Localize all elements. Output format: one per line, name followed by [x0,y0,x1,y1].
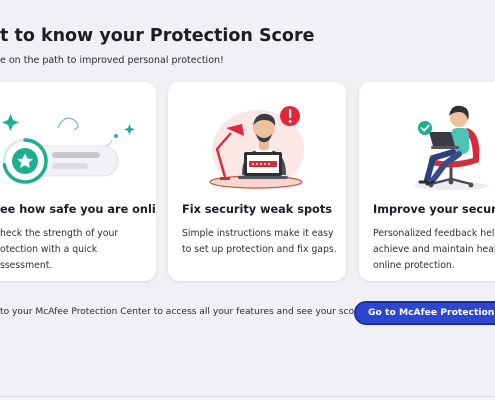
card-description: Simple instructions make it easy to set … [182,226,340,258]
go-to-protection-center-button[interactable]: Go to McAfee Protection Cent [354,301,495,325]
card-heading: Fix security weak spots [182,203,332,216]
card-description-line: ssessment. [0,260,53,271]
card-description-line: heck the strength of your [0,228,119,239]
card-check-safety: ee how safe you are online heck the stre… [0,82,156,281]
score-dial-icon [2,114,135,184]
footer-instruction: to your McAfee Protection Center to acce… [0,307,367,317]
card-heading: Improve your security [373,203,495,216]
card-improve-security: Improve your security Personalized feedb… [359,82,495,281]
page-subtitle: e on the path to improved personal prote… [0,55,224,66]
card-description-line: achieve and maintain health [373,244,495,255]
card-heading: ee how safe you are online [0,203,156,216]
card-description-line: online protection. [373,260,455,271]
protection-score-page: t to know your Protection Score e on the… [0,0,495,400]
person-at-laptop-alert-icon [209,106,304,190]
card-description-line: Simple instructions make it easy [182,228,334,239]
card-fix-weak-spots: Fix security weak spots Simple instructi… [168,82,346,281]
card-description: heck the strength of your otection with … [0,226,156,274]
person-in-chair-with-laptop-icon [413,105,489,190]
divider [0,396,495,397]
page-title: t to know your Protection Score [0,26,315,46]
card-description-line: otection with a quick [0,244,98,255]
card-description: Personalized feedback helps achieve and … [373,226,495,274]
card-description-line: to set up protection and fix gaps. [182,244,337,255]
card-description-line: Personalized feedback helps [373,228,495,239]
